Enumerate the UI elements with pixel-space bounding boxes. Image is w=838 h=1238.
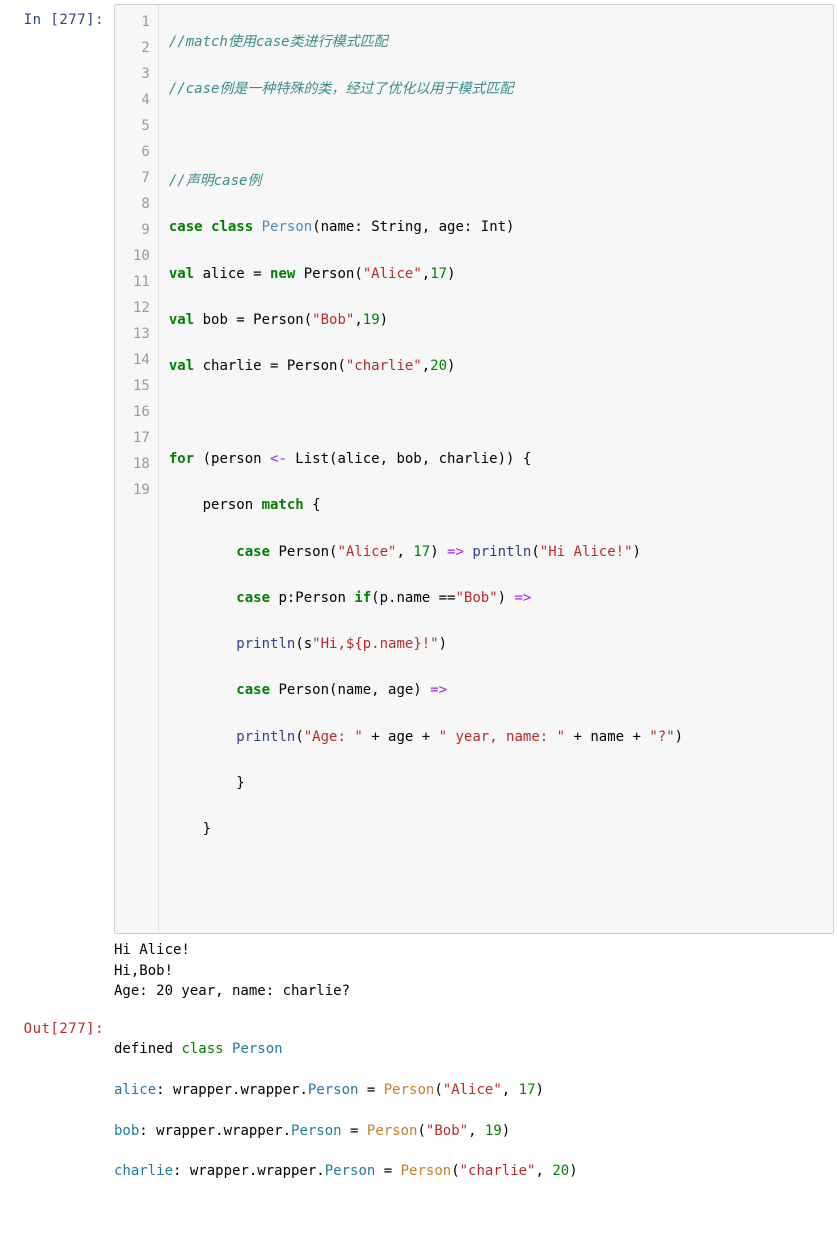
line-number: 6 [133, 139, 150, 165]
line-number: 2 [133, 35, 150, 61]
output-line: charlie: wrapper.wrapper.Person = Person… [114, 1161, 834, 1181]
code-area[interactable]: //match使用case类进行模式匹配 //case例是一种特殊的类，经过了优… [159, 5, 833, 933]
input-prompt: In [277]: [4, 4, 114, 1001]
line-number: 19 [133, 477, 150, 503]
code-line: //match使用case类进行模式匹配 [169, 29, 825, 55]
line-number: 17 [133, 425, 150, 451]
line-number: 18 [133, 451, 150, 477]
code-line: val charlie = Person("charlie",20) [169, 353, 825, 379]
line-number-gutter: 1 2 3 4 5 6 7 8 9 10 11 12 13 14 15 16 1… [115, 5, 159, 933]
code-line: val alice = new Person("Alice",17) [169, 261, 825, 287]
line-number: 14 [133, 347, 150, 373]
stdout-area: Hi Alice! Hi,Bob! Age: 20 year, name: ch… [114, 934, 834, 1001]
line-number: 16 [133, 399, 150, 425]
line-number: 10 [133, 243, 150, 269]
code-line: val bob = Person("Bob",19) [169, 307, 825, 333]
output-line: bob: wrapper.wrapper.Person = Person("Bo… [114, 1121, 834, 1141]
output-area: defined class Person alice: wrapper.wrap… [114, 1013, 834, 1222]
line-number: 9 [133, 217, 150, 243]
code-line: case class Person(name: String, age: Int… [169, 214, 825, 240]
line-number: 12 [133, 295, 150, 321]
output-prompt: Out[277]: [4, 1013, 114, 1222]
code-line [169, 122, 825, 148]
code-line: case p:Person if(p.name =="Bob") => [169, 585, 825, 611]
code-editor[interactable]: 1 2 3 4 5 6 7 8 9 10 11 12 13 14 15 16 1… [114, 4, 834, 934]
code-line: //case例是一种特殊的类，经过了优化以用于模式匹配 [169, 76, 825, 102]
code-line: //声明case例 [169, 168, 825, 194]
output-line: alice: wrapper.wrapper.Person = Person("… [114, 1080, 834, 1100]
output-cell: Out[277]: defined class Person alice: wr… [4, 1013, 834, 1222]
code-line: case Person("Alice", 17) => println("Hi … [169, 539, 825, 565]
code-line: } [169, 770, 825, 796]
line-number: 3 [133, 61, 150, 87]
input-cell: In [277]: 1 2 3 4 5 6 7 8 9 10 11 12 13 … [4, 4, 834, 1001]
code-line: println(s"Hi,${p.name}!") [169, 631, 825, 657]
line-number: 11 [133, 269, 150, 295]
line-number: 15 [133, 373, 150, 399]
input-inner: 1 2 3 4 5 6 7 8 9 10 11 12 13 14 15 16 1… [114, 4, 834, 1001]
code-line: case Person(name, age) => [169, 677, 825, 703]
line-number: 1 [133, 9, 150, 35]
line-number: 5 [133, 113, 150, 139]
line-number: 8 [133, 191, 150, 217]
code-line [169, 863, 825, 889]
output-line: defined class Person [114, 1039, 834, 1059]
line-number: 13 [133, 321, 150, 347]
code-line: } [169, 816, 825, 842]
line-number: 4 [133, 87, 150, 113]
line-number: 7 [133, 165, 150, 191]
code-line: for (person <- List(alice, bob, charlie)… [169, 446, 825, 472]
code-line [169, 400, 825, 426]
code-line: person match { [169, 492, 825, 518]
